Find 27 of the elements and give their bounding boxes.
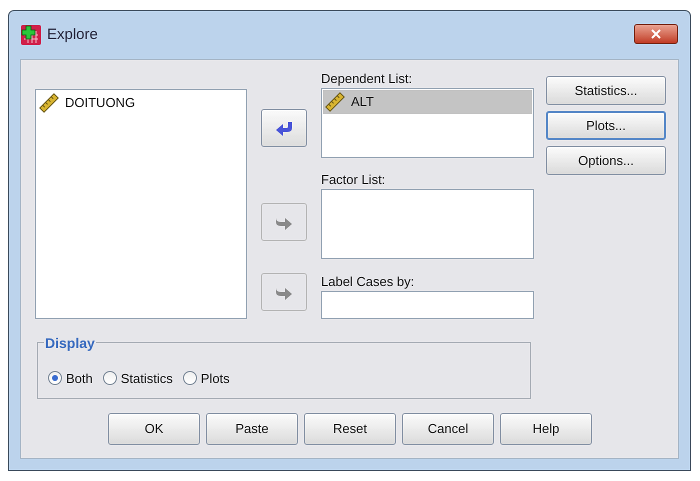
ruler-icon (325, 92, 345, 112)
dialog-button[interactable]: OK (108, 413, 200, 445)
radio-button[interactable] (102, 371, 117, 386)
app-icon (21, 25, 41, 45)
dialog-button[interactable]: Paste (206, 413, 298, 445)
move-button[interactable] (261, 109, 307, 147)
dialog-button[interactable]: Plots... (546, 111, 666, 140)
radio-button[interactable] (182, 371, 197, 386)
close-button[interactable] (634, 24, 678, 44)
dialog-button[interactable]: Cancel (402, 413, 494, 445)
label-cases-field[interactable] (321, 291, 534, 319)
radio-button[interactable] (48, 371, 62, 386)
dialog-button[interactable]: Reset (304, 413, 396, 445)
field-label: Factor List: (321, 171, 386, 189)
window-title: Explore (47, 24, 98, 45)
close-icon (651, 28, 661, 38)
field-label: Dependent List: (321, 70, 414, 88)
variable-item[interactable]: ALT (323, 90, 532, 114)
dialog-button[interactable]: Help (500, 413, 592, 445)
dialog-button[interactable]: Statistics... (546, 76, 666, 105)
field-label: Label Cases by: (321, 273, 416, 291)
radio-option[interactable]: Both (48, 368, 93, 388)
factor-list[interactable] (321, 189, 534, 259)
radio-option[interactable]: Plots (182, 368, 230, 388)
dialog-button[interactable]: Options... (546, 146, 666, 175)
variable-item[interactable]: DOITUONG (38, 92, 244, 114)
radio-option[interactable]: Statistics (102, 368, 173, 388)
